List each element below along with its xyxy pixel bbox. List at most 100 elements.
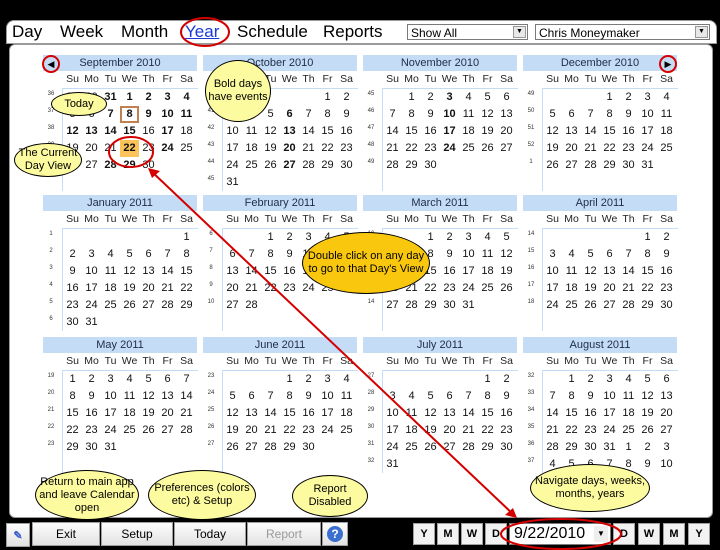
day-cell[interactable]: 5 (223, 388, 242, 405)
day-cell[interactable]: 17 (459, 263, 478, 280)
day-cell[interactable]: 13 (280, 123, 299, 140)
app-icon-button[interactable]: ✎ (6, 523, 30, 547)
day-cell[interactable]: 16 (337, 123, 356, 140)
day-cell[interactable]: 28 (581, 157, 600, 174)
day-cell[interactable]: 16 (657, 263, 676, 280)
day-cell[interactable]: 7 (242, 246, 261, 263)
tab-reports[interactable]: Reports (323, 22, 383, 42)
day-cell[interactable]: 18 (562, 280, 581, 297)
day-cell[interactable]: 24 (82, 297, 101, 314)
day-cell[interactable]: 3 (440, 89, 459, 106)
day-cell[interactable]: 1 (421, 229, 440, 246)
day-cell[interactable]: 28 (158, 297, 177, 314)
day-cell[interactable]: 7 (543, 388, 562, 405)
day-cell[interactable]: 14 (299, 123, 318, 140)
day-cell[interactable]: 1 (600, 89, 619, 106)
day-cell[interactable]: 14 (101, 123, 120, 140)
day-cell[interactable]: 20 (562, 140, 581, 157)
day-cell[interactable]: 2 (619, 89, 638, 106)
day-cell[interactable]: 10 (440, 106, 459, 123)
day-cell[interactable]: 21 (543, 422, 562, 439)
day-cell[interactable]: 1 (63, 371, 82, 388)
day-cell[interactable]: 21 (299, 140, 318, 157)
day-cell[interactable]: 9 (619, 106, 638, 123)
day-cell[interactable]: 9 (280, 246, 299, 263)
day-cell[interactable]: 1 (478, 371, 497, 388)
day-cell[interactable]: 21 (242, 280, 261, 297)
day-cell[interactable]: 25 (402, 439, 421, 456)
day-cell[interactable]: 12 (223, 405, 242, 422)
day-cell[interactable]: 2 (421, 89, 440, 106)
day-cell[interactable]: 17 (440, 123, 459, 140)
day-cell[interactable]: 25 (619, 422, 638, 439)
day-cell[interactable]: 13 (223, 263, 242, 280)
day-cell[interactable]: 24 (638, 140, 657, 157)
day-cell[interactable]: 7 (299, 106, 318, 123)
day-cell[interactable]: 18 (337, 405, 356, 422)
day-cell[interactable]: 12 (543, 123, 562, 140)
day-cell[interactable]: 20 (280, 140, 299, 157)
day-cell[interactable]: 19 (139, 405, 158, 422)
day-cell[interactable]: 15 (562, 405, 581, 422)
day-cell[interactable]: 5 (421, 388, 440, 405)
day-cell[interactable]: 6 (223, 246, 242, 263)
day-cell[interactable]: 24 (600, 422, 619, 439)
day-cell[interactable]: 23 (337, 140, 356, 157)
day-cell[interactable]: 31 (459, 297, 478, 314)
day-cell[interactable]: 10 (318, 388, 337, 405)
day-cell[interactable]: 29 (402, 157, 421, 174)
exit-button[interactable]: Exit (32, 522, 100, 546)
day-cell[interactable]: 21 (177, 405, 196, 422)
day-cell[interactable]: 25 (657, 140, 676, 157)
day-cell[interactable]: 1 (261, 229, 280, 246)
day-cell[interactable]: 20 (440, 422, 459, 439)
day-cell[interactable]: 6 (562, 106, 581, 123)
day-cell[interactable]: 10 (543, 263, 562, 280)
day-cell[interactable]: 27 (223, 297, 242, 314)
day-cell[interactable]: 23 (299, 422, 318, 439)
chevron-down-icon[interactable]: ▼ (594, 526, 608, 542)
prev-month-button[interactable]: ◀ (42, 55, 60, 73)
day-cell[interactable]: 1 (280, 371, 299, 388)
day-cell[interactable]: 2 (440, 229, 459, 246)
day-cell[interactable]: 27 (139, 297, 158, 314)
day-cell[interactable]: 21 (158, 280, 177, 297)
day-cell[interactable]: 2 (497, 371, 516, 388)
day-cell[interactable]: 24 (543, 297, 562, 314)
day-cell[interactable]: 28 (543, 439, 562, 456)
day-cell[interactable]: 3 (158, 89, 177, 106)
day-cell[interactable]: 13 (158, 388, 177, 405)
day-cell[interactable]: 11 (562, 263, 581, 280)
day-cell[interactable]: 29 (318, 157, 337, 174)
day-cell[interactable]: 8 (600, 106, 619, 123)
day-cell[interactable]: 25 (478, 280, 497, 297)
day-cell[interactable]: 3 (383, 388, 402, 405)
day-cell[interactable]: 9 (581, 388, 600, 405)
day-cell[interactable]: 17 (223, 140, 242, 157)
day-cell[interactable]: 7 (383, 106, 402, 123)
tab-year[interactable]: Year (185, 22, 219, 42)
day-cell[interactable]: 22 (177, 280, 196, 297)
day-cell[interactable]: 11 (177, 106, 196, 123)
nav-back-month-button[interactable]: M (437, 523, 459, 545)
day-cell[interactable]: 26 (139, 422, 158, 439)
day-cell[interactable]: 2 (638, 439, 657, 456)
day-cell[interactable]: 8 (120, 106, 139, 123)
day-cell[interactable]: 7 (177, 371, 196, 388)
day-cell[interactable]: 24 (459, 280, 478, 297)
day-cell[interactable]: 27 (497, 140, 516, 157)
day-cell[interactable]: 2 (657, 229, 676, 246)
day-cell[interactable]: 21 (261, 422, 280, 439)
day-cell[interactable]: 20 (497, 123, 516, 140)
chevron-down-icon[interactable]: ▼ (513, 26, 526, 38)
day-cell[interactable]: 19 (261, 140, 280, 157)
day-cell[interactable]: 22 (318, 140, 337, 157)
day-cell[interactable]: 29 (421, 297, 440, 314)
day-cell[interactable]: 31 (383, 456, 402, 473)
day-cell[interactable]: 19 (120, 280, 139, 297)
day-cell[interactable]: 10 (158, 106, 177, 123)
day-cell[interactable]: 28 (459, 439, 478, 456)
day-cell[interactable]: 26 (478, 140, 497, 157)
tab-month[interactable]: Month (121, 22, 168, 42)
day-cell[interactable]: 21 (459, 422, 478, 439)
